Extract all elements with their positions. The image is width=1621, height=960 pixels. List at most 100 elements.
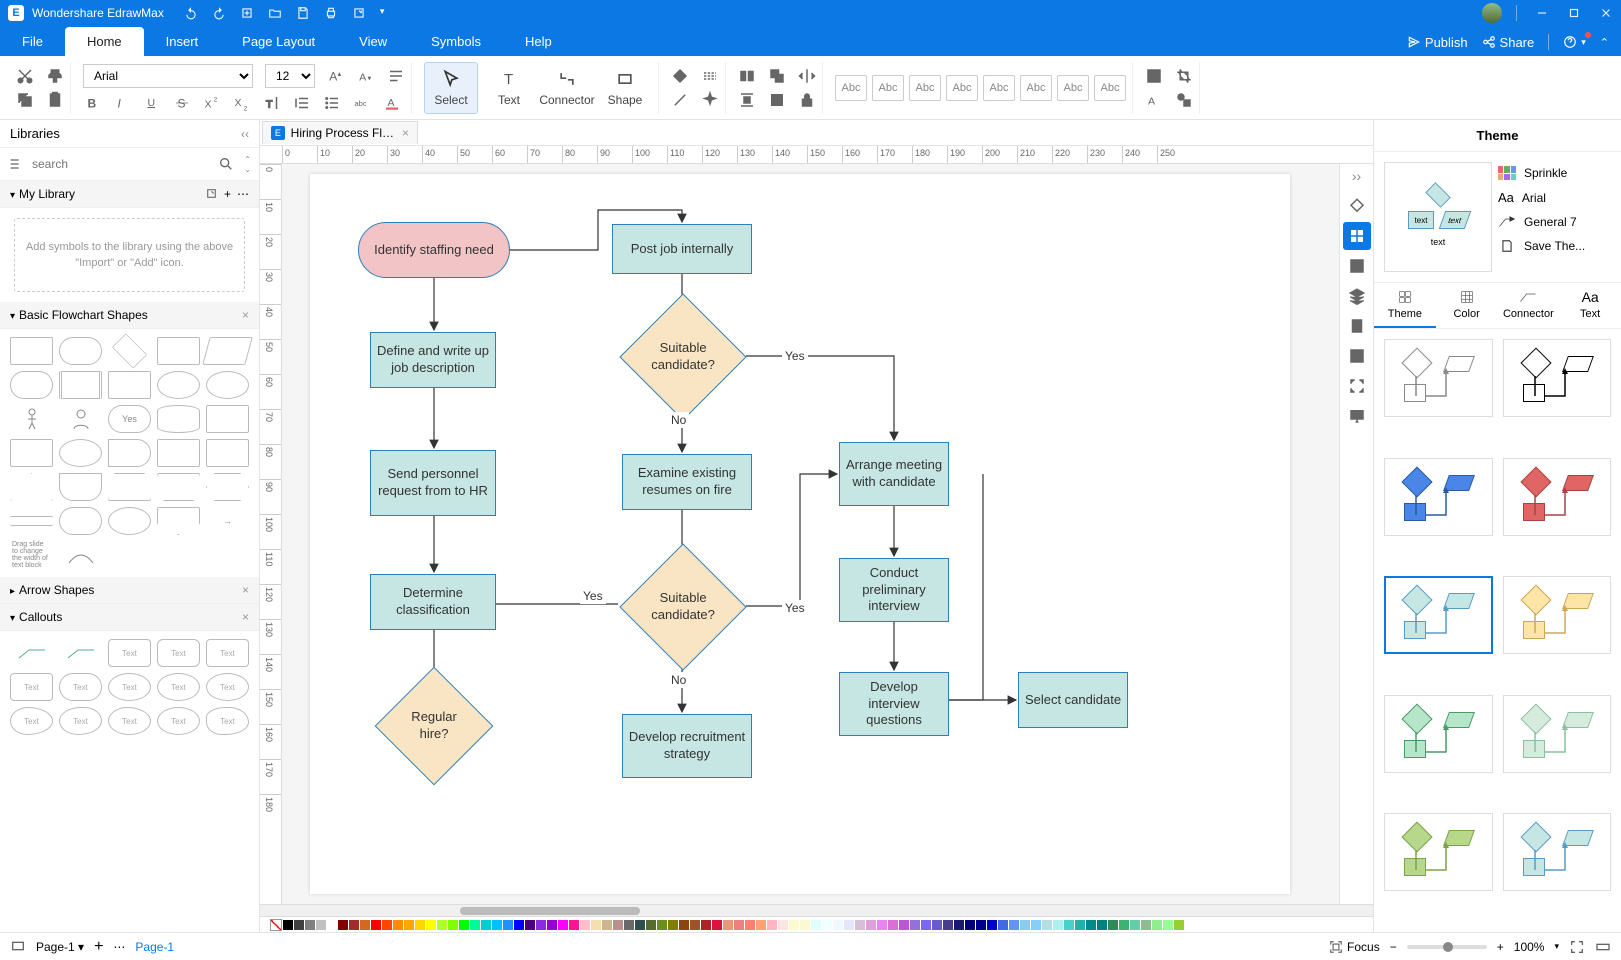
callout-rect[interactable]: Text — [108, 639, 151, 667]
color-swatch[interactable] — [932, 920, 942, 930]
expand-strip-icon[interactable]: ›› — [1352, 168, 1361, 184]
color-swatch[interactable] — [294, 920, 304, 930]
fit-width-icon[interactable] — [1595, 939, 1611, 955]
callout-box1[interactable]: Text — [10, 673, 53, 701]
shape-wave[interactable] — [10, 473, 53, 501]
flowchart-node[interactable]: Identify staffing need — [358, 222, 510, 278]
page-tool-icon[interactable] — [1343, 312, 1371, 340]
share-button[interactable]: Share — [1482, 35, 1535, 50]
shape-ellipse[interactable] — [157, 371, 200, 399]
bold-icon[interactable]: B — [83, 94, 101, 112]
color-swatch[interactable] — [811, 920, 821, 930]
color-swatch[interactable] — [745, 920, 755, 930]
color-swatch[interactable] — [1130, 920, 1140, 930]
shape-pentagon[interactable] — [157, 507, 200, 535]
color-swatch[interactable] — [316, 920, 326, 930]
color-swatch[interactable] — [382, 920, 392, 930]
callout-heart[interactable]: Text — [206, 707, 249, 735]
color-swatch[interactable] — [767, 920, 777, 930]
shape-arrow[interactable]: → — [206, 507, 249, 535]
flowchart-node[interactable]: Define and write up job description — [370, 332, 496, 388]
theme-thumbnail[interactable] — [1384, 458, 1493, 536]
color-swatch[interactable] — [1108, 920, 1118, 930]
canvas-hscroll[interactable] — [260, 904, 1373, 916]
color-swatch[interactable] — [723, 920, 733, 930]
export-icon[interactable] — [352, 6, 366, 20]
flowchart-node[interactable]: Suitable candidate? — [619, 293, 746, 420]
flowchart-node[interactable]: Arrange meeting with candidate — [839, 442, 949, 506]
close-section-icon[interactable]: × — [242, 308, 249, 322]
callout-cloud1[interactable]: Text — [10, 707, 53, 735]
color-swatch[interactable] — [1020, 920, 1030, 930]
shape-frame[interactable] — [10, 439, 53, 467]
color-swatch[interactable] — [613, 920, 623, 930]
line-style-icon[interactable] — [701, 67, 719, 85]
add-page-icon[interactable]: + — [94, 938, 103, 956]
callout-cloud3[interactable]: Text — [108, 707, 151, 735]
tab-symbols[interactable]: Symbols — [409, 27, 503, 56]
color-swatch[interactable] — [657, 920, 667, 930]
color-swatch[interactable] — [360, 920, 370, 930]
style-preset[interactable]: Abc — [909, 75, 941, 101]
shape-circle3[interactable] — [108, 507, 151, 535]
publish-button[interactable]: Publish — [1407, 35, 1468, 50]
shape-diamond[interactable] — [112, 333, 147, 368]
eyedropper-icon[interactable]: A — [1145, 91, 1163, 109]
tab-home[interactable]: Home — [65, 27, 144, 56]
color-swatch[interactable] — [349, 920, 359, 930]
increase-font-icon[interactable]: A▴ — [327, 67, 345, 85]
strikethrough-icon[interactable]: S — [173, 94, 191, 112]
callout-thought[interactable]: Text — [157, 707, 200, 735]
new-icon[interactable] — [240, 6, 254, 20]
font-size-select[interactable]: 12 — [265, 64, 315, 88]
text-height-icon[interactable]: T — [263, 94, 281, 112]
color-swatch[interactable] — [646, 920, 656, 930]
color-swatch[interactable] — [393, 920, 403, 930]
color-swatch[interactable] — [778, 920, 788, 930]
style-preset[interactable]: Abc — [1057, 75, 1089, 101]
crop-icon[interactable] — [1175, 67, 1193, 85]
color-swatch[interactable] — [404, 920, 414, 930]
zoom-in-icon[interactable]: + — [1497, 940, 1504, 954]
shape-circle[interactable] — [206, 371, 249, 399]
line-spacing-icon[interactable] — [293, 94, 311, 112]
callout-line2[interactable] — [59, 639, 102, 667]
callouts-section[interactable]: ▾Callouts × — [0, 604, 259, 631]
shape-multidoc[interactable] — [206, 439, 249, 467]
color-swatch[interactable] — [712, 920, 722, 930]
color-swatch[interactable] — [1086, 920, 1096, 930]
color-swatch[interactable] — [1119, 920, 1129, 930]
superscript-icon[interactable]: X2 — [203, 94, 221, 112]
style-preset[interactable]: Abc — [983, 75, 1015, 101]
align-icon[interactable] — [738, 67, 756, 85]
style-preset[interactable]: Abc — [835, 75, 867, 101]
fullscreen-tool-icon[interactable] — [1343, 372, 1371, 400]
shape-display[interactable] — [206, 405, 249, 433]
decrease-font-icon[interactable]: A▾ — [357, 67, 375, 85]
shape-lines[interactable] — [10, 516, 53, 526]
color-swatch[interactable] — [899, 920, 909, 930]
italic-icon[interactable]: I — [113, 94, 131, 112]
theme-thumbnail[interactable] — [1503, 458, 1612, 536]
qat-dropdown[interactable]: ▾ — [380, 6, 385, 20]
shape-rect2[interactable] — [157, 337, 200, 365]
color-swatch[interactable] — [635, 920, 645, 930]
color-swatch[interactable] — [602, 920, 612, 930]
theme-tab-text[interactable]: AaText — [1559, 283, 1621, 328]
color-swatch[interactable] — [921, 920, 931, 930]
shape-rect[interactable] — [10, 337, 53, 365]
color-swatch[interactable] — [492, 920, 502, 930]
align-text-icon[interactable] — [387, 67, 405, 85]
color-swatch[interactable] — [459, 920, 469, 930]
flowchart-node[interactable]: Regular hire? — [375, 667, 494, 786]
theme-save-option[interactable]: Save The... — [1498, 239, 1611, 253]
arrow-shapes-section[interactable]: ▸Arrow Shapes × — [0, 577, 259, 604]
color-swatch[interactable] — [943, 920, 953, 930]
theme-thumbnail[interactable] — [1503, 813, 1612, 891]
flowchart-node[interactable]: Determine classification — [370, 574, 496, 630]
color-swatch[interactable] — [547, 920, 557, 930]
color-swatch[interactable] — [822, 920, 832, 930]
color-swatch[interactable] — [976, 920, 986, 930]
color-swatch[interactable] — [415, 920, 425, 930]
color-swatch[interactable] — [998, 920, 1008, 930]
